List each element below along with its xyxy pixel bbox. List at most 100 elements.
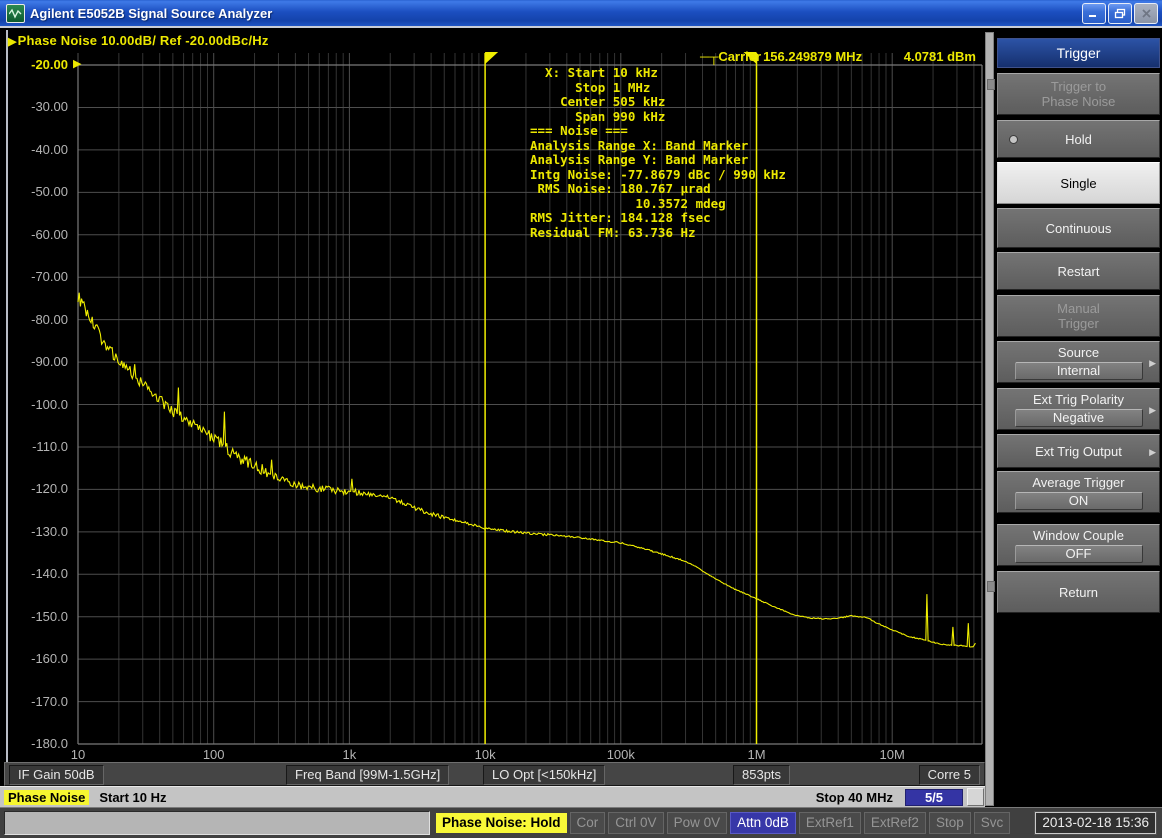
- noise-analysis-readout: X: Start 10 kHz Stop 1 MHz Center 505 kH…: [530, 66, 786, 240]
- softkey-value: ON: [1015, 492, 1143, 510]
- softkey-ext-trig-polarity[interactable]: Ext Trig Polarity Negative ▶: [997, 388, 1160, 430]
- softkey-window-couple[interactable]: Window Couple OFF: [997, 524, 1160, 566]
- carrier-marker-icon: ─┬Carrier: [700, 49, 761, 64]
- datetime-readout: 2013-02-18 15:36: [1035, 812, 1156, 834]
- y-tick-label: -150.0: [2, 609, 68, 624]
- window-title: Agilent E5052B Signal Source Analyzer: [30, 6, 1080, 21]
- measurement-bar: Phase Noise Start 10 Hz Stop 40 MHz 5/5: [0, 786, 992, 807]
- softkey-single[interactable]: Single: [997, 162, 1160, 204]
- setting-readout: 853pts: [733, 765, 790, 785]
- softkey-return[interactable]: Return: [997, 571, 1160, 613]
- selected-bullet-icon: [1009, 135, 1018, 144]
- trace-marker-icon: ▶: [8, 36, 17, 48]
- x-tick-label: 10k: [461, 747, 509, 762]
- softkey-continuous[interactable]: Continuous: [997, 208, 1160, 248]
- trace-header-label: Phase Noise 10.00dB/ Ref -20.00dBc/Hz: [18, 33, 269, 48]
- softkey-label: Continuous: [1046, 221, 1112, 236]
- status-indicator-pow: Pow 0V: [667, 812, 728, 834]
- softkey-label: Ext Trig Polarity: [1033, 392, 1124, 407]
- status-indicator-attn: Attn 0dB: [730, 812, 796, 834]
- y-tick-label: -100.0: [2, 397, 68, 412]
- measurement-mode-badge[interactable]: Phase Noise: [4, 790, 89, 805]
- status-indicator-ctrl: Ctrl 0V: [608, 812, 663, 834]
- status-bar: Phase Noise: Hold CorCtrl 0VPow 0VAttn 0…: [0, 807, 1162, 838]
- y-tick-label: -170.0: [2, 694, 68, 709]
- minimize-button[interactable]: [1082, 3, 1106, 24]
- softkey-hold[interactable]: Hold: [997, 120, 1160, 158]
- softkey-value: Negative: [1015, 409, 1143, 427]
- y-tick-label: -70.00: [2, 269, 68, 284]
- softkey-source[interactable]: SourceInternal▶: [997, 341, 1160, 383]
- y-tick-label: -40.00: [2, 142, 68, 157]
- status-indicators: CorCtrl 0VPow 0VAttn 0dBExtRef1ExtRef2St…: [570, 812, 1014, 834]
- softkey-label: Source: [1058, 345, 1099, 360]
- softkey-label: Return: [1059, 585, 1098, 600]
- y-tick-label: -140.0: [2, 566, 68, 581]
- softkey-label: Manual: [1057, 301, 1100, 316]
- phase-noise-plot: [6, 30, 985, 762]
- app-icon: [6, 4, 25, 23]
- softkey-restart[interactable]: Restart: [997, 252, 1160, 290]
- close-button: [1134, 3, 1158, 24]
- y-tick-label: -50.00: [2, 184, 68, 199]
- phase-noise-trace: [78, 293, 975, 647]
- setting-readout: Corre 5: [919, 765, 980, 785]
- softkey-scrollbar[interactable]: [985, 32, 994, 806]
- x-tick-label: 1k: [325, 747, 373, 762]
- status-indicator-stop: Stop: [929, 812, 971, 834]
- x-tick-label: 10: [54, 747, 102, 762]
- softkey-label: Hold: [1065, 132, 1092, 147]
- y-tick-label: -90.00: [2, 354, 68, 369]
- page-spinner[interactable]: [967, 788, 984, 806]
- x-tick-label: 10M: [868, 747, 916, 762]
- x-tick-label: 100k: [597, 747, 645, 762]
- softkey-menu-title: Trigger: [997, 38, 1160, 68]
- softkey-label: Window Couple: [1033, 528, 1124, 543]
- softkey-ext-trig-output[interactable]: Ext Trig Output▶: [997, 434, 1160, 468]
- settings-readout-bar: IF Gain 50dBFreq Band [99M-1.5GHz]LO Opt…: [4, 762, 985, 786]
- softkey-average-trigger[interactable]: Average Trigger ON: [997, 471, 1160, 513]
- window-titlebar: Agilent E5052B Signal Source Analyzer: [0, 0, 1162, 28]
- softkey-value: OFF: [1015, 545, 1143, 563]
- softkey-sidebar: Trigger Trigger toPhase Noise Hold Single C…: [985, 30, 1162, 807]
- x-tick-label: 1M: [733, 747, 781, 762]
- softkey-label: Trigger: [1058, 316, 1099, 331]
- status-indicator-svc: Svc: [974, 812, 1011, 834]
- setting-readout: IF Gain 50dB: [9, 765, 104, 785]
- trigger-state-badge: Phase Noise: Hold: [436, 813, 567, 833]
- sweep-start-readout: Start 10 Hz: [99, 790, 166, 805]
- setting-readout: Freq Band [99M-1.5GHz]: [286, 765, 449, 785]
- submenu-arrow-icon: ▶: [1149, 356, 1156, 371]
- sweep-stop-readout: Stop 40 MHz: [816, 790, 893, 805]
- softkey-label: Phase Noise: [1042, 94, 1116, 109]
- submenu-arrow-icon: ▶: [1149, 403, 1156, 418]
- softkey-label: Single: [1060, 176, 1096, 191]
- status-indicator-extref2: ExtRef2: [864, 812, 926, 834]
- app-window: Agilent E5052B Signal Source Analyzer ▶P…: [0, 0, 1162, 838]
- scroll-notch-bottom[interactable]: [987, 581, 995, 592]
- status-indicator-cor: Cor: [570, 812, 606, 834]
- y-tick-label: -160.0: [2, 651, 68, 666]
- y-tick-label: -130.0: [2, 524, 68, 539]
- band-marker-flag[interactable]: [485, 52, 498, 64]
- carrier-readout: ─┬Carrier156.249879 MHz 4.0781 dBm: [700, 49, 976, 64]
- status-indicator-extref1: ExtRef1: [799, 812, 861, 834]
- y-tick-label: -60.00: [2, 227, 68, 242]
- softkey-label: Trigger to: [1051, 79, 1106, 94]
- carrier-frequency: 156.249879 MHz: [763, 49, 862, 64]
- y-tick-label: -20.00: [2, 57, 68, 72]
- restore-button[interactable]: [1108, 3, 1132, 24]
- softkey-trigger-to-phase-noise: Trigger toPhase Noise: [997, 73, 1160, 115]
- x-tick-label: 100: [190, 747, 238, 762]
- page-indicator-badge[interactable]: 5/5: [905, 789, 963, 806]
- ref-level-marker-icon: ▶: [73, 57, 81, 70]
- carrier-power: 4.0781 dBm: [904, 49, 976, 64]
- y-tick-label: -110.0: [2, 439, 68, 454]
- submenu-arrow-icon: ▶: [1149, 445, 1156, 460]
- status-message-panel: [4, 811, 430, 835]
- y-tick-label: -120.0: [2, 481, 68, 496]
- softkey-label: Restart: [1058, 264, 1100, 279]
- scroll-notch-top[interactable]: [987, 79, 995, 90]
- softkey-label: Average Trigger: [1032, 475, 1124, 490]
- y-tick-label: -30.00: [2, 99, 68, 114]
